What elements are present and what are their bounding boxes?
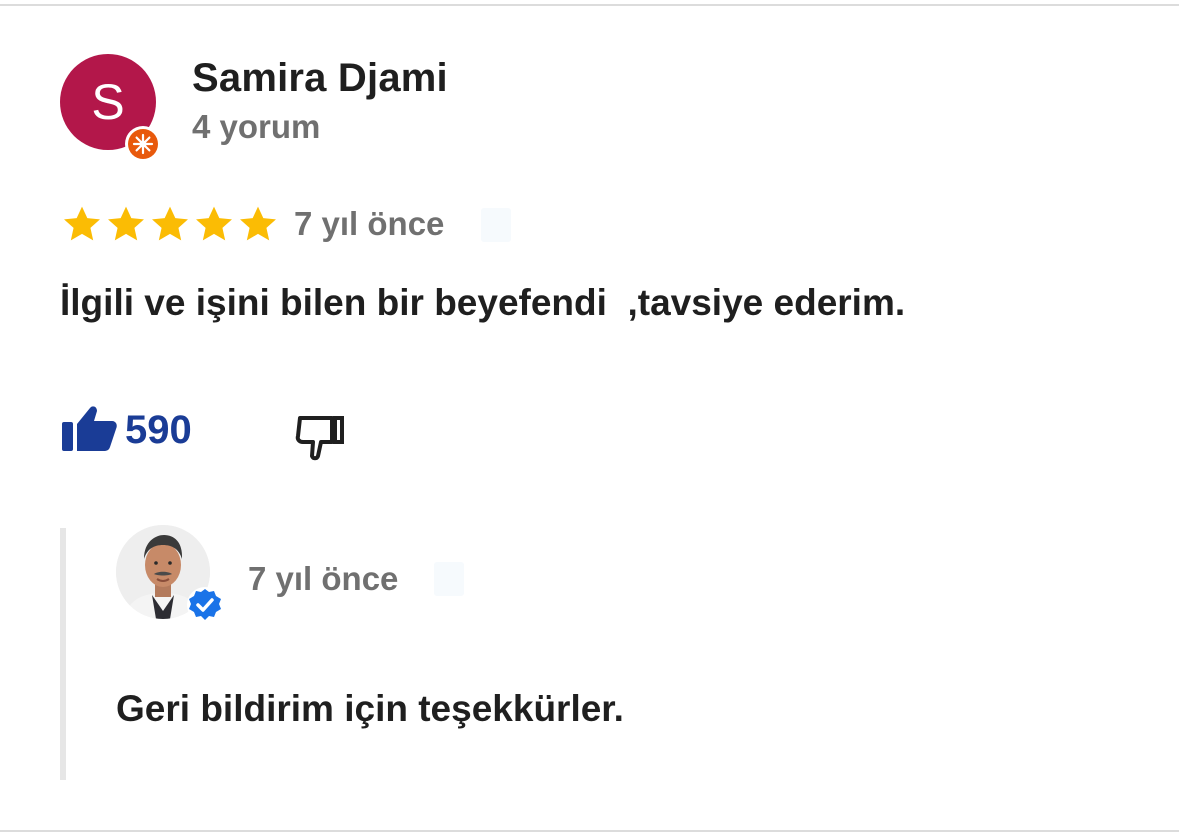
thumbs-up-filled-icon[interactable] <box>60 402 118 452</box>
like-count[interactable]: 590 <box>125 408 192 453</box>
reviewer-name[interactable]: Samira Djami <box>192 56 448 101</box>
thumbs-down-outline-icon[interactable] <box>292 406 348 462</box>
reviewer-review-count[interactable]: 4 yorum <box>192 108 320 146</box>
review-card: S Samira Djami 4 yorum 7 yıl önce İlgili… <box>0 0 1179 839</box>
star-icon <box>240 206 276 241</box>
review-time: 7 yıl önce <box>294 205 445 242</box>
star-icon <box>196 206 232 241</box>
owner-response-text: Geri bildirim için teşekkürler. <box>116 688 624 729</box>
verified-badge-icon <box>187 587 223 623</box>
faint-placeholder <box>434 562 464 596</box>
review-text: İlgili ve işini bilen bir beyefendi ,tav… <box>60 282 906 323</box>
star-icon <box>152 206 188 241</box>
star-rating <box>60 202 280 246</box>
star-icon <box>108 206 144 241</box>
bottom-divider <box>0 830 1179 832</box>
local-guide-badge-icon <box>125 126 161 162</box>
sparkle-icon <box>132 133 154 155</box>
top-divider <box>0 4 1179 6</box>
response-indent-bar <box>60 528 66 780</box>
response-time: 7 yıl önce <box>248 560 399 597</box>
faint-placeholder <box>481 208 511 242</box>
star-icon <box>64 206 100 241</box>
